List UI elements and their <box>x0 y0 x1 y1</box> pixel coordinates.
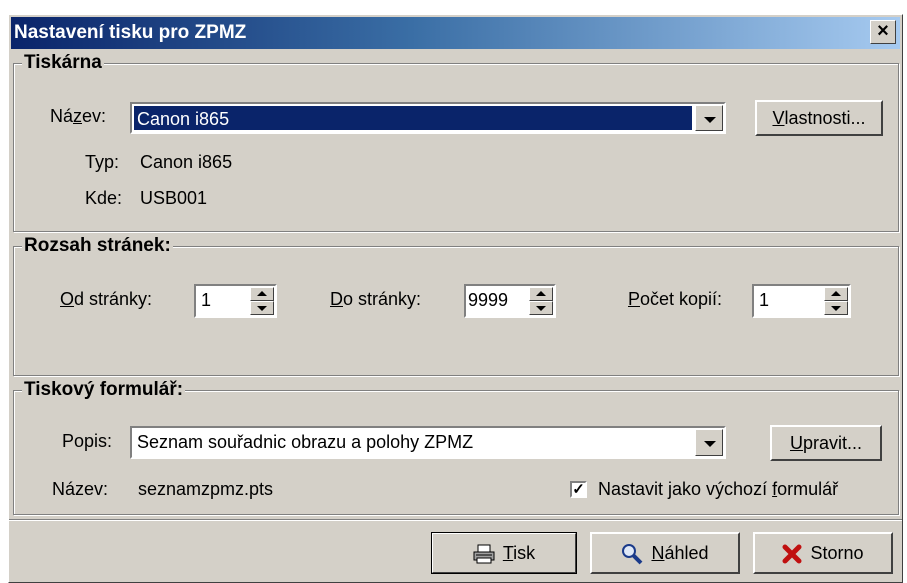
print-form-legend: Tiskový formulář: <box>22 379 186 401</box>
to-page-spinner[interactable]: 9999 <box>464 284 556 318</box>
print-form-group: Tiskový formulář: Popis: Seznam souřadni… <box>13 379 899 515</box>
magnifier-icon <box>622 544 643 565</box>
copies-value: 1 <box>759 290 770 310</box>
printer-group: Tiskárna Název: Canon i865 Vlastnosti...… <box>13 52 899 232</box>
preview-button[interactable]: Náhled <box>590 532 740 574</box>
from-page-value: 1 <box>201 290 212 310</box>
title-bar[interactable]: Nastavení tisku pro ZPMZ × <box>11 17 900 49</box>
page-range-group: Rozsah stránek: Od stránky: 1 Do stránky… <box>13 235 899 376</box>
form-description-value: Seznam souřadnic obrazu a polohy ZPMZ <box>137 432 474 452</box>
page-range-legend: Rozsah stránek: <box>22 235 173 257</box>
printer-where-label: Kde: <box>85 188 123 208</box>
printer-name-combobox[interactable]: Canon i865 <box>130 102 726 134</box>
copies-spinner[interactable]: 1 <box>752 284 851 318</box>
from-page-spinner[interactable]: 1 <box>194 284 277 318</box>
to-page-label: Do stránky: <box>330 289 422 309</box>
default-form-checkbox[interactable]: ✓ <box>570 481 587 498</box>
printer-where-value: USB001 <box>140 188 208 208</box>
from-page-label: Od stránky: <box>60 289 153 309</box>
printer-dropdown-arrow-icon[interactable] <box>695 105 723 131</box>
printer-name-value: Canon i865 <box>134 106 692 130</box>
red-x-icon <box>782 544 802 564</box>
printer-type-label: Typ: <box>85 152 120 172</box>
properties-button[interactable]: Vlastnosti... <box>755 100 883 136</box>
to-page-value: 9999 <box>468 290 509 310</box>
default-form-label[interactable]: Nastavit jako výchozí formulář <box>598 477 838 501</box>
printer-legend: Tiskárna <box>22 52 104 74</box>
form-description-label: Popis: <box>62 431 113 451</box>
cancel-button[interactable]: Storno <box>753 532 893 574</box>
printer-icon <box>473 544 495 564</box>
dialog-title: Nastavení tisku pro ZPMZ <box>14 22 247 43</box>
print-button[interactable]: Tisk <box>431 532 577 574</box>
copies-label: Počet kopií: <box>628 289 723 309</box>
close-button[interactable]: × <box>870 20 896 44</box>
copies-spin-icon[interactable] <box>824 287 848 315</box>
form-dropdown-arrow-icon[interactable] <box>695 429 723 456</box>
from-page-spin-icon[interactable] <box>250 287 274 315</box>
printer-type-value: Canon i865 <box>140 152 233 172</box>
form-name-value: seznamzpmz.pts <box>138 479 274 499</box>
form-name-label: Název: <box>52 479 109 499</box>
edit-button[interactable]: Upravit... <box>770 425 882 461</box>
form-description-combobox[interactable]: Seznam souřadnic obrazu a polohy ZPMZ <box>130 426 726 459</box>
printer-name-label: Název: <box>50 106 107 126</box>
print-settings-dialog: Nastavení tisku pro ZPMZ × Tiskárna Náze… <box>8 14 903 583</box>
to-page-spin-icon[interactable] <box>529 287 553 315</box>
bottom-separator <box>9 519 902 521</box>
